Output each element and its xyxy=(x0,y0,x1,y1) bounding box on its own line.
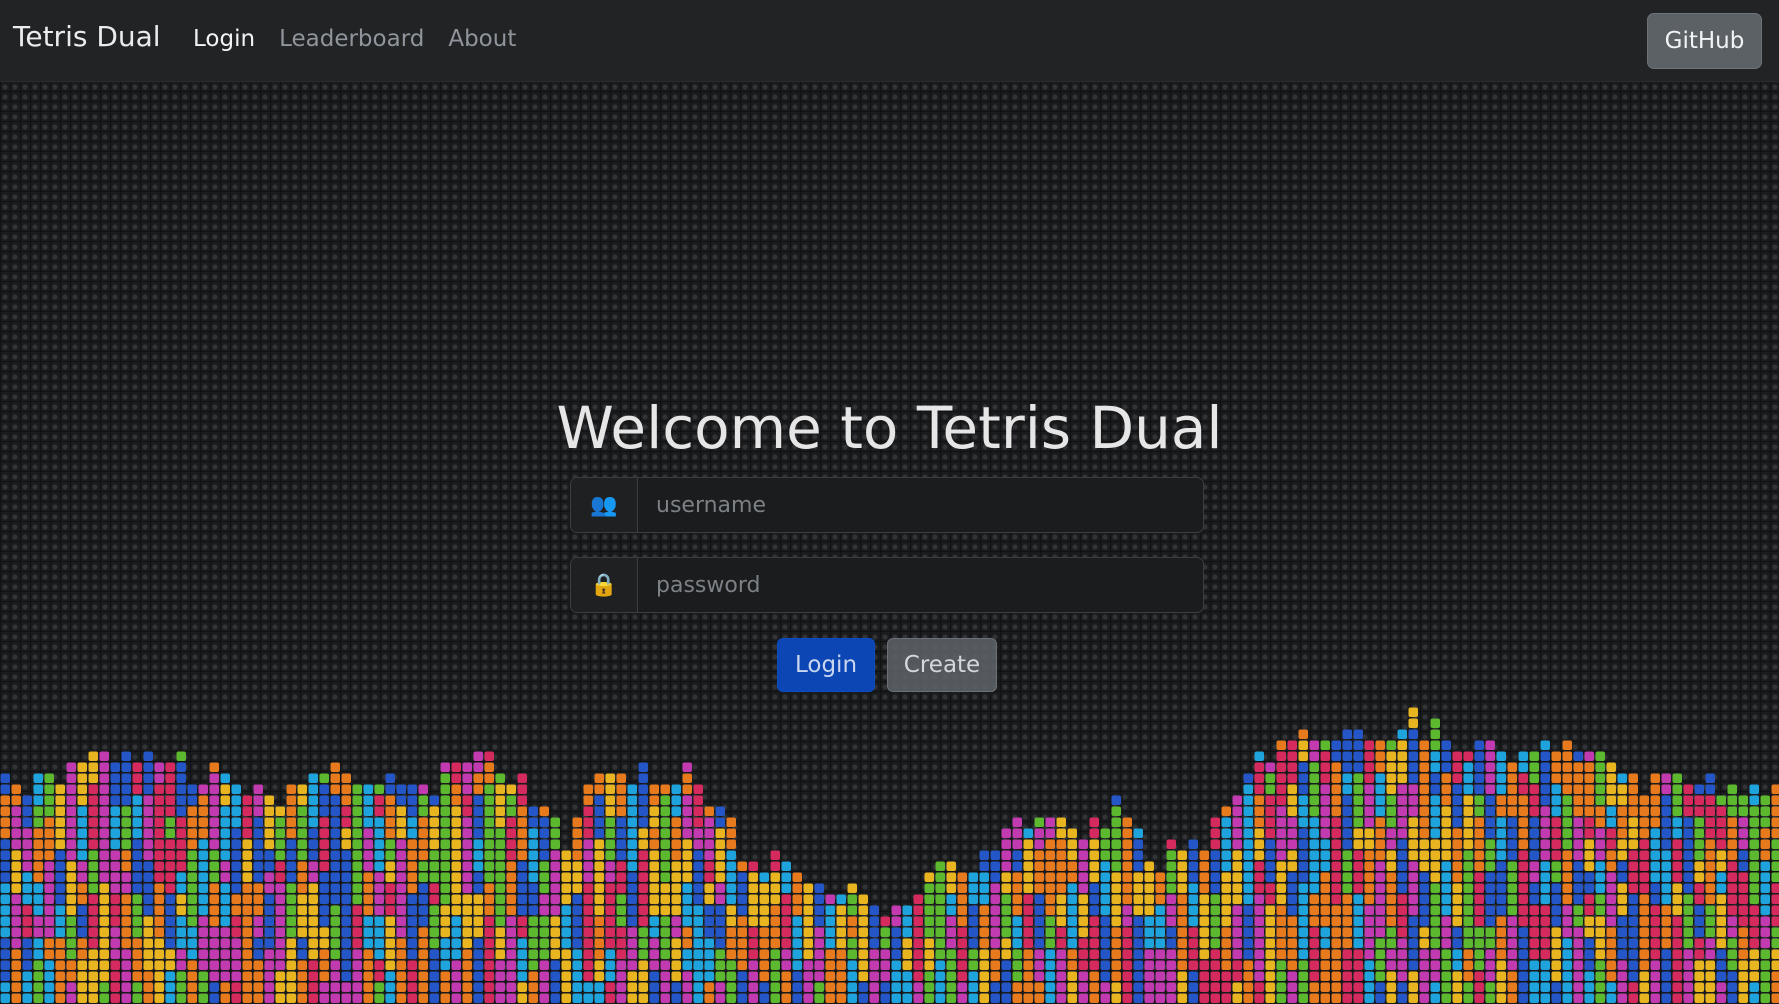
login-panel: Welcome to Tetris Dual 👥 🔒 Login Create xyxy=(0,0,1779,1004)
password-group: 🔒 xyxy=(570,557,1204,613)
users-icon: 👥 xyxy=(571,478,638,532)
page-title: Welcome to Tetris Dual xyxy=(556,394,1223,462)
create-button[interactable]: Create xyxy=(887,638,997,692)
navbar-brand[interactable]: Tetris Dual xyxy=(13,20,161,53)
navbar: Tetris Dual Login Leaderboard About GitH… xyxy=(0,0,1779,82)
nav-about[interactable]: About xyxy=(448,26,516,52)
username-input[interactable] xyxy=(638,478,1203,532)
github-button[interactable]: GitHub xyxy=(1647,13,1762,69)
login-button[interactable]: Login xyxy=(777,638,875,692)
nav-login[interactable]: Login xyxy=(193,26,255,52)
password-input[interactable] xyxy=(638,558,1203,612)
lock-icon: 🔒 xyxy=(571,558,638,612)
nav-links: Login Leaderboard About xyxy=(193,26,516,52)
username-group: 👥 xyxy=(570,477,1204,533)
nav-leaderboard[interactable]: Leaderboard xyxy=(279,26,424,52)
